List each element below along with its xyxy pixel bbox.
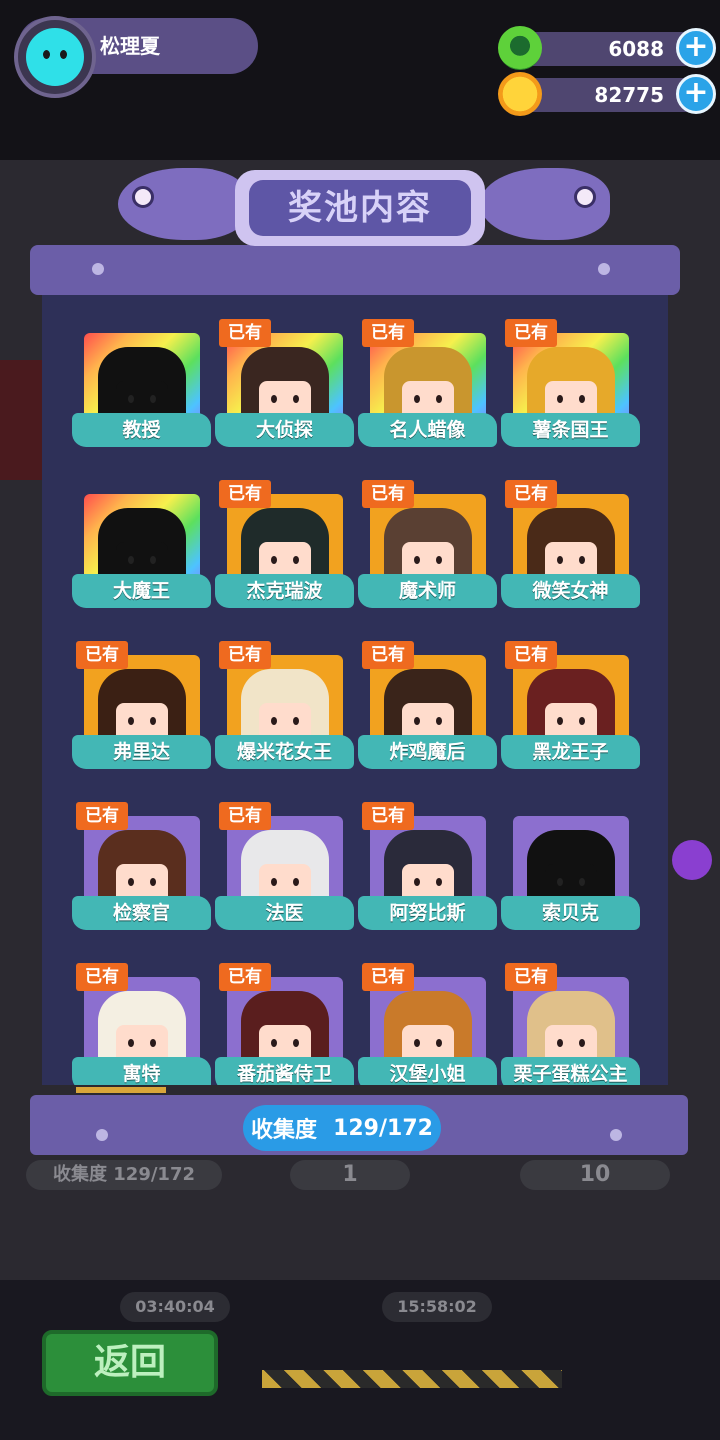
lever-knob-icon <box>672 840 712 880</box>
owned-badge: 已有 <box>505 319 557 347</box>
character-name: 微笑女神 <box>501 574 640 608</box>
background-progress-text: 收集度 129/172 <box>26 1160 222 1190</box>
character-name: 索贝克 <box>501 896 640 930</box>
character-name: 寓特 <box>72 1057 211 1085</box>
green-gem-coin-icon <box>498 26 542 70</box>
avatar[interactable] <box>14 16 96 98</box>
back-button[interactable]: 返回 <box>42 1330 218 1396</box>
rivet-icon <box>610 1129 622 1141</box>
scroll-indicator <box>76 1087 166 1093</box>
character-name: 薯条国王 <box>501 413 640 447</box>
character-card[interactable]: 阿努比斯 已有 <box>358 802 501 945</box>
character-card[interactable]: 弗里达 已有 <box>72 641 215 784</box>
background-timer-b: 15:58:02 <box>382 1292 492 1322</box>
currency-gold-value: 82775 <box>594 83 664 107</box>
character-card[interactable]: 大魔王 <box>72 486 215 623</box>
owned-badge: 已有 <box>362 641 414 669</box>
character-name: 阿努比斯 <box>358 896 497 930</box>
character-card[interactable]: 魔术师 已有 <box>358 480 501 623</box>
add-green-currency-button[interactable]: + <box>676 28 716 68</box>
background-count-a: 1 <box>290 1160 410 1190</box>
owned-badge: 已有 <box>76 802 128 830</box>
owned-badge: 已有 <box>219 802 271 830</box>
character-card[interactable]: 汉堡小姐 已有 <box>358 963 501 1085</box>
owned-badge: 已有 <box>219 319 271 347</box>
owned-badge: 已有 <box>362 802 414 830</box>
character-name: 教授 <box>72 413 211 447</box>
title-plate: 奖池内容 <box>235 170 485 246</box>
character-name: 杰克瑞波 <box>215 574 354 608</box>
owned-badge: 已有 <box>76 641 128 669</box>
character-name: 弗里达 <box>72 735 211 769</box>
panel-header <box>30 245 680 295</box>
owned-badge: 已有 <box>505 963 557 991</box>
character-name: 名人蜡像 <box>358 413 497 447</box>
owned-badge: 已有 <box>362 963 414 991</box>
prize-pool-list[interactable]: 教授 大侦探 已有 名人蜡像 已有 薯条国王 已有 大魔王 杰克瑞波 已有 魔术师 已有 微笑女神 已有弗… <box>42 295 668 1085</box>
character-card[interactable]: 杰克瑞波 已有 <box>215 480 358 623</box>
character-name: 检察官 <box>72 896 211 930</box>
rivet-icon <box>96 1129 108 1141</box>
currency-gold: 82775 + <box>498 72 716 116</box>
character-card[interactable]: 炸鸡魔后 已有 <box>358 641 501 784</box>
owned-badge: 已有 <box>219 963 271 991</box>
character-card[interactable]: 检察官 已有 <box>72 802 215 945</box>
panel-title: 奖池内容 <box>249 180 471 236</box>
character-name: 栗子蛋糕公主 <box>501 1057 640 1085</box>
character-card[interactable]: 爆米花女王 已有 <box>215 641 358 784</box>
character-card[interactable]: 番茄酱侍卫 已有 <box>215 963 358 1085</box>
card-grid: 教授 大侦探 已有 名人蜡像 已有 薯条国王 已有 大魔王 杰克瑞波 已有 魔术师 已有 微笑女神 已有弗… <box>72 319 652 1085</box>
hazard-stripe <box>262 1370 562 1388</box>
character-name: 黑龙王子 <box>501 735 640 769</box>
fish-decoration-icon <box>480 168 610 240</box>
character-card[interactable]: 寓特 已有 <box>72 963 215 1085</box>
rivet-icon <box>92 263 104 275</box>
character-card[interactable]: 栗子蛋糕公主 已有 <box>501 963 644 1085</box>
currency-green: 6088 + <box>498 26 716 70</box>
character-card[interactable]: 薯条国王 已有 <box>501 319 644 462</box>
background-timer-a: 03:40:04 <box>120 1292 230 1322</box>
collection-progress-label: 收集度 <box>251 1118 318 1143</box>
owned-badge: 已有 <box>219 641 271 669</box>
character-name: 魔术师 <box>358 574 497 608</box>
character-card[interactable]: 教授 <box>72 325 215 462</box>
player-name: 松理夏 <box>100 34 160 58</box>
character-name: 大侦探 <box>215 413 354 447</box>
owned-badge: 已有 <box>362 319 414 347</box>
rivet-icon <box>598 263 610 275</box>
character-name: 爆米花女王 <box>215 735 354 769</box>
collection-progress-value: 129/172 <box>333 1115 433 1141</box>
character-name: 大魔王 <box>72 574 211 608</box>
character-card[interactable]: 名人蜡像 已有 <box>358 319 501 462</box>
gold-planet-coin-icon <box>498 72 542 116</box>
character-card[interactable]: 索贝克 <box>501 808 644 945</box>
fish-decoration-icon <box>118 168 248 240</box>
character-card[interactable]: 法医 已有 <box>215 802 358 945</box>
owned-badge: 已有 <box>505 641 557 669</box>
character-card[interactable]: 微笑女神 已有 <box>501 480 644 623</box>
owned-badge: 已有 <box>219 480 271 508</box>
currency-green-value: 6088 <box>608 37 664 61</box>
character-name: 炸鸡魔后 <box>358 735 497 769</box>
character-name: 汉堡小姐 <box>358 1057 497 1085</box>
character-name: 番茄酱侍卫 <box>215 1057 354 1085</box>
owned-badge: 已有 <box>505 480 557 508</box>
character-card[interactable]: 黑龙王子 已有 <box>501 641 644 784</box>
character-card[interactable]: 大侦探 已有 <box>215 319 358 462</box>
add-gold-currency-button[interactable]: + <box>676 74 716 114</box>
owned-badge: 已有 <box>362 480 414 508</box>
character-name: 法医 <box>215 896 354 930</box>
owned-badge: 已有 <box>76 963 128 991</box>
background-count-b: 10 <box>520 1160 670 1190</box>
collection-progress: 收集度 129/172 <box>243 1105 441 1151</box>
cat-avatar-icon <box>26 28 84 86</box>
